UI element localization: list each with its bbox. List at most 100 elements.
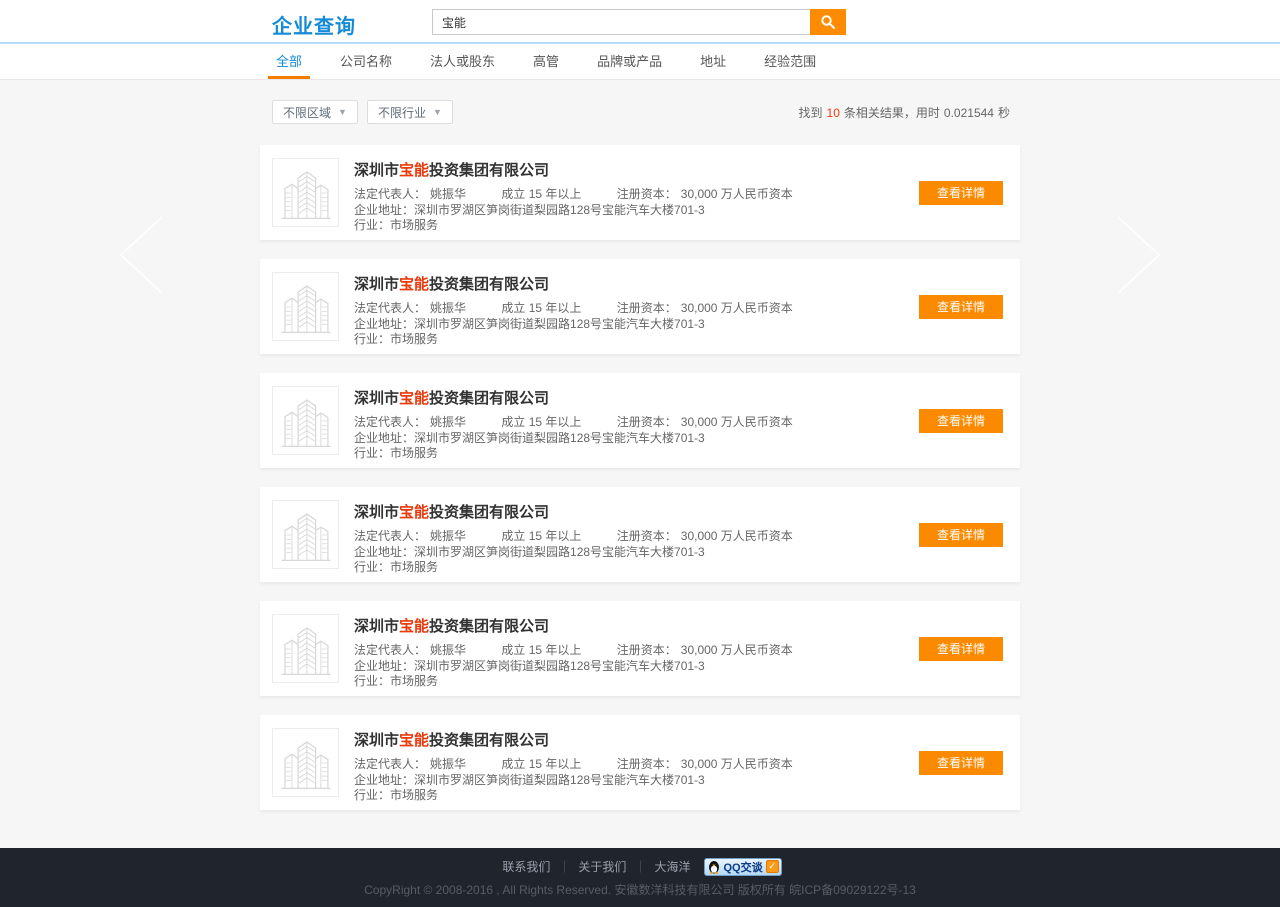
view-details-button[interactable]: 查看详情 bbox=[919, 409, 1003, 433]
company-result-card: 深圳市宝能投资集团有限公司 法定代表人：姚振华 成立 15 年以上 注册资本：3… bbox=[260, 715, 1020, 810]
search-button[interactable] bbox=[810, 9, 846, 35]
company-result-card: 深圳市宝能投资集团有限公司 法定代表人：姚振华 成立 15 年以上 注册资本：3… bbox=[260, 145, 1020, 240]
footer-link-1[interactable]: 关于我们 bbox=[578, 858, 626, 875]
view-details-button[interactable]: 查看详情 bbox=[919, 637, 1003, 661]
address-value: 深圳市罗湖区笋岗街道梨园路128号宝能汽车大楼701-3 bbox=[414, 773, 705, 787]
legal-rep-value: 姚振华 bbox=[430, 529, 466, 543]
legal-rep-label: 法定代表人： bbox=[354, 415, 426, 429]
capital-label: 注册资本： bbox=[617, 187, 677, 201]
view-details-button[interactable]: 查看详情 bbox=[919, 751, 1003, 775]
header: 企业查询 bbox=[0, 0, 1280, 44]
address-label: 企业地址： bbox=[354, 545, 414, 559]
prev-arrow-icon[interactable] bbox=[118, 215, 164, 300]
industry-value: 市场服务 bbox=[390, 674, 438, 688]
company-address-row: 企业地址：深圳市罗湖区笋岗街道梨园路128号宝能汽车大楼701-3 bbox=[354, 545, 919, 561]
capital-value: 30,000 万人民币资本 bbox=[681, 415, 793, 429]
building-icon bbox=[278, 392, 334, 450]
company-info: 深圳市宝能投资集团有限公司 法定代表人：姚振华 成立 15 年以上 注册资本：3… bbox=[354, 386, 919, 455]
company-industry-row: 行业：市场服务 bbox=[354, 674, 919, 690]
company-meta-row: 法定代表人：姚振华 成立 15 年以上 注册资本：30,000 万人民币资本 bbox=[354, 187, 919, 203]
address-label: 企业地址： bbox=[354, 773, 414, 787]
company-meta-row: 法定代表人：姚振华 成立 15 年以上 注册资本：30,000 万人民币资本 bbox=[354, 529, 919, 545]
capital-label: 注册资本： bbox=[617, 643, 677, 657]
company-result-card: 深圳市宝能投资集团有限公司 法定代表人：姚振华 成立 15 年以上 注册资本：3… bbox=[260, 373, 1020, 468]
capital-label: 注册资本： bbox=[617, 757, 677, 771]
next-arrow-icon[interactable] bbox=[1116, 215, 1162, 300]
industry-value: 市场服务 bbox=[390, 446, 438, 460]
industry-value: 市场服务 bbox=[390, 332, 438, 346]
legal-rep-label: 法定代表人： bbox=[354, 529, 426, 543]
company-name[interactable]: 深圳市宝能投资集团有限公司 bbox=[354, 501, 919, 522]
established-value: 成立 15 年以上 bbox=[501, 643, 581, 657]
capital-value: 30,000 万人民币资本 bbox=[681, 187, 793, 201]
link-separator: ｜ bbox=[558, 858, 570, 875]
company-thumbnail bbox=[272, 500, 339, 569]
industry-label: 行业： bbox=[354, 674, 390, 688]
qq-chat-button[interactable]: QQ交谈 ✓ bbox=[704, 858, 781, 876]
tab-0[interactable]: 全部 bbox=[268, 44, 310, 79]
established-value: 成立 15 年以上 bbox=[501, 187, 581, 201]
building-icon bbox=[278, 620, 334, 678]
company-address-row: 企业地址：深圳市罗湖区笋岗街道梨园路128号宝能汽车大楼701-3 bbox=[354, 317, 919, 333]
view-details-button[interactable]: 查看详情 bbox=[919, 523, 1003, 547]
industry-filter-dropdown[interactable]: 不限行业 ▼ bbox=[367, 100, 453, 124]
tab-6[interactable]: 经验范围 bbox=[756, 44, 824, 79]
results-summary: 找到10条相关结果，用时0.021544秒 bbox=[797, 104, 1012, 121]
footer-link-0[interactable]: 联系我们 bbox=[502, 858, 550, 875]
industry-label: 行业： bbox=[354, 446, 390, 460]
app-logo: 企业查询 bbox=[272, 10, 356, 39]
tab-5[interactable]: 地址 bbox=[692, 44, 734, 79]
address-value: 深圳市罗湖区笋岗街道梨园路128号宝能汽车大楼701-3 bbox=[414, 203, 705, 217]
capital-value: 30,000 万人民币资本 bbox=[681, 529, 793, 543]
company-result-card: 深圳市宝能投资集团有限公司 法定代表人：姚振华 成立 15 年以上 注册资本：3… bbox=[260, 487, 1020, 582]
company-name-highlight: 宝能 bbox=[399, 732, 429, 749]
industry-label: 行业： bbox=[354, 218, 390, 232]
tab-3[interactable]: 高管 bbox=[525, 44, 567, 79]
chevron-down-icon: ▼ bbox=[338, 107, 347, 117]
tab-1[interactable]: 公司名称 bbox=[332, 44, 400, 79]
company-name[interactable]: 深圳市宝能投资集团有限公司 bbox=[354, 273, 919, 294]
company-name[interactable]: 深圳市宝能投资集团有限公司 bbox=[354, 159, 919, 180]
legal-rep-label: 法定代表人： bbox=[354, 643, 426, 657]
summary-unit: 秒 bbox=[998, 106, 1010, 120]
address-value: 深圳市罗湖区笋岗街道梨园路128号宝能汽车大楼701-3 bbox=[414, 545, 705, 559]
address-value: 深圳市罗湖区笋岗街道梨园路128号宝能汽车大楼701-3 bbox=[414, 659, 705, 673]
industry-value: 市场服务 bbox=[390, 788, 438, 802]
footer-link-2[interactable]: 大海洋 bbox=[654, 858, 690, 875]
region-filter-dropdown[interactable]: 不限区域 ▼ bbox=[272, 100, 358, 124]
company-info: 深圳市宝能投资集团有限公司 法定代表人：姚振华 成立 15 年以上 注册资本：3… bbox=[354, 728, 919, 797]
view-details-button[interactable]: 查看详情 bbox=[919, 181, 1003, 205]
company-name-prefix: 深圳市 bbox=[354, 618, 399, 635]
legal-rep-value: 姚振华 bbox=[430, 643, 466, 657]
established-value: 成立 15 年以上 bbox=[501, 757, 581, 771]
established-value: 成立 15 年以上 bbox=[501, 301, 581, 315]
company-info: 深圳市宝能投资集团有限公司 法定代表人：姚振华 成立 15 年以上 注册资本：3… bbox=[354, 500, 919, 569]
company-name[interactable]: 深圳市宝能投资集团有限公司 bbox=[354, 387, 919, 408]
address-value: 深圳市罗湖区笋岗街道梨园路128号宝能汽车大楼701-3 bbox=[414, 317, 705, 331]
company-name[interactable]: 深圳市宝能投资集团有限公司 bbox=[354, 729, 919, 750]
link-separator: ｜ bbox=[634, 858, 646, 875]
company-meta-row: 法定代表人：姚振华 成立 15 年以上 注册资本：30,000 万人民币资本 bbox=[354, 301, 919, 317]
company-name-prefix: 深圳市 bbox=[354, 390, 399, 407]
view-details-button[interactable]: 查看详情 bbox=[919, 295, 1003, 319]
company-name[interactable]: 深圳市宝能投资集团有限公司 bbox=[354, 615, 919, 636]
tab-2[interactable]: 法人或股东 bbox=[422, 44, 503, 79]
chevron-down-icon: ▼ bbox=[433, 107, 442, 117]
region-filter-label: 不限区域 bbox=[283, 104, 331, 121]
company-industry-row: 行业：市场服务 bbox=[354, 560, 919, 576]
company-thumbnail bbox=[272, 272, 339, 341]
address-label: 企业地址： bbox=[354, 317, 414, 331]
footer: 联系我们｜关于我们｜大海洋 QQ交谈 ✓ CopyRight © 2008-20… bbox=[0, 848, 1280, 907]
company-name-highlight: 宝能 bbox=[399, 504, 429, 521]
results-area: 不限区域 ▼ 不限行业 ▼ 找到10条相关结果，用时0.021544秒 bbox=[0, 80, 1280, 848]
building-icon bbox=[278, 506, 334, 564]
capital-value: 30,000 万人民币资本 bbox=[681, 301, 793, 315]
search-icon bbox=[820, 14, 836, 30]
company-thumbnail bbox=[272, 728, 339, 797]
search-input[interactable] bbox=[432, 9, 810, 35]
capital-label: 注册资本： bbox=[617, 415, 677, 429]
tab-4[interactable]: 品牌或产品 bbox=[589, 44, 670, 79]
summary-prefix: 找到 bbox=[799, 106, 823, 120]
capital-label: 注册资本： bbox=[617, 301, 677, 315]
company-info: 深圳市宝能投资集团有限公司 法定代表人：姚振华 成立 15 年以上 注册资本：3… bbox=[354, 614, 919, 683]
